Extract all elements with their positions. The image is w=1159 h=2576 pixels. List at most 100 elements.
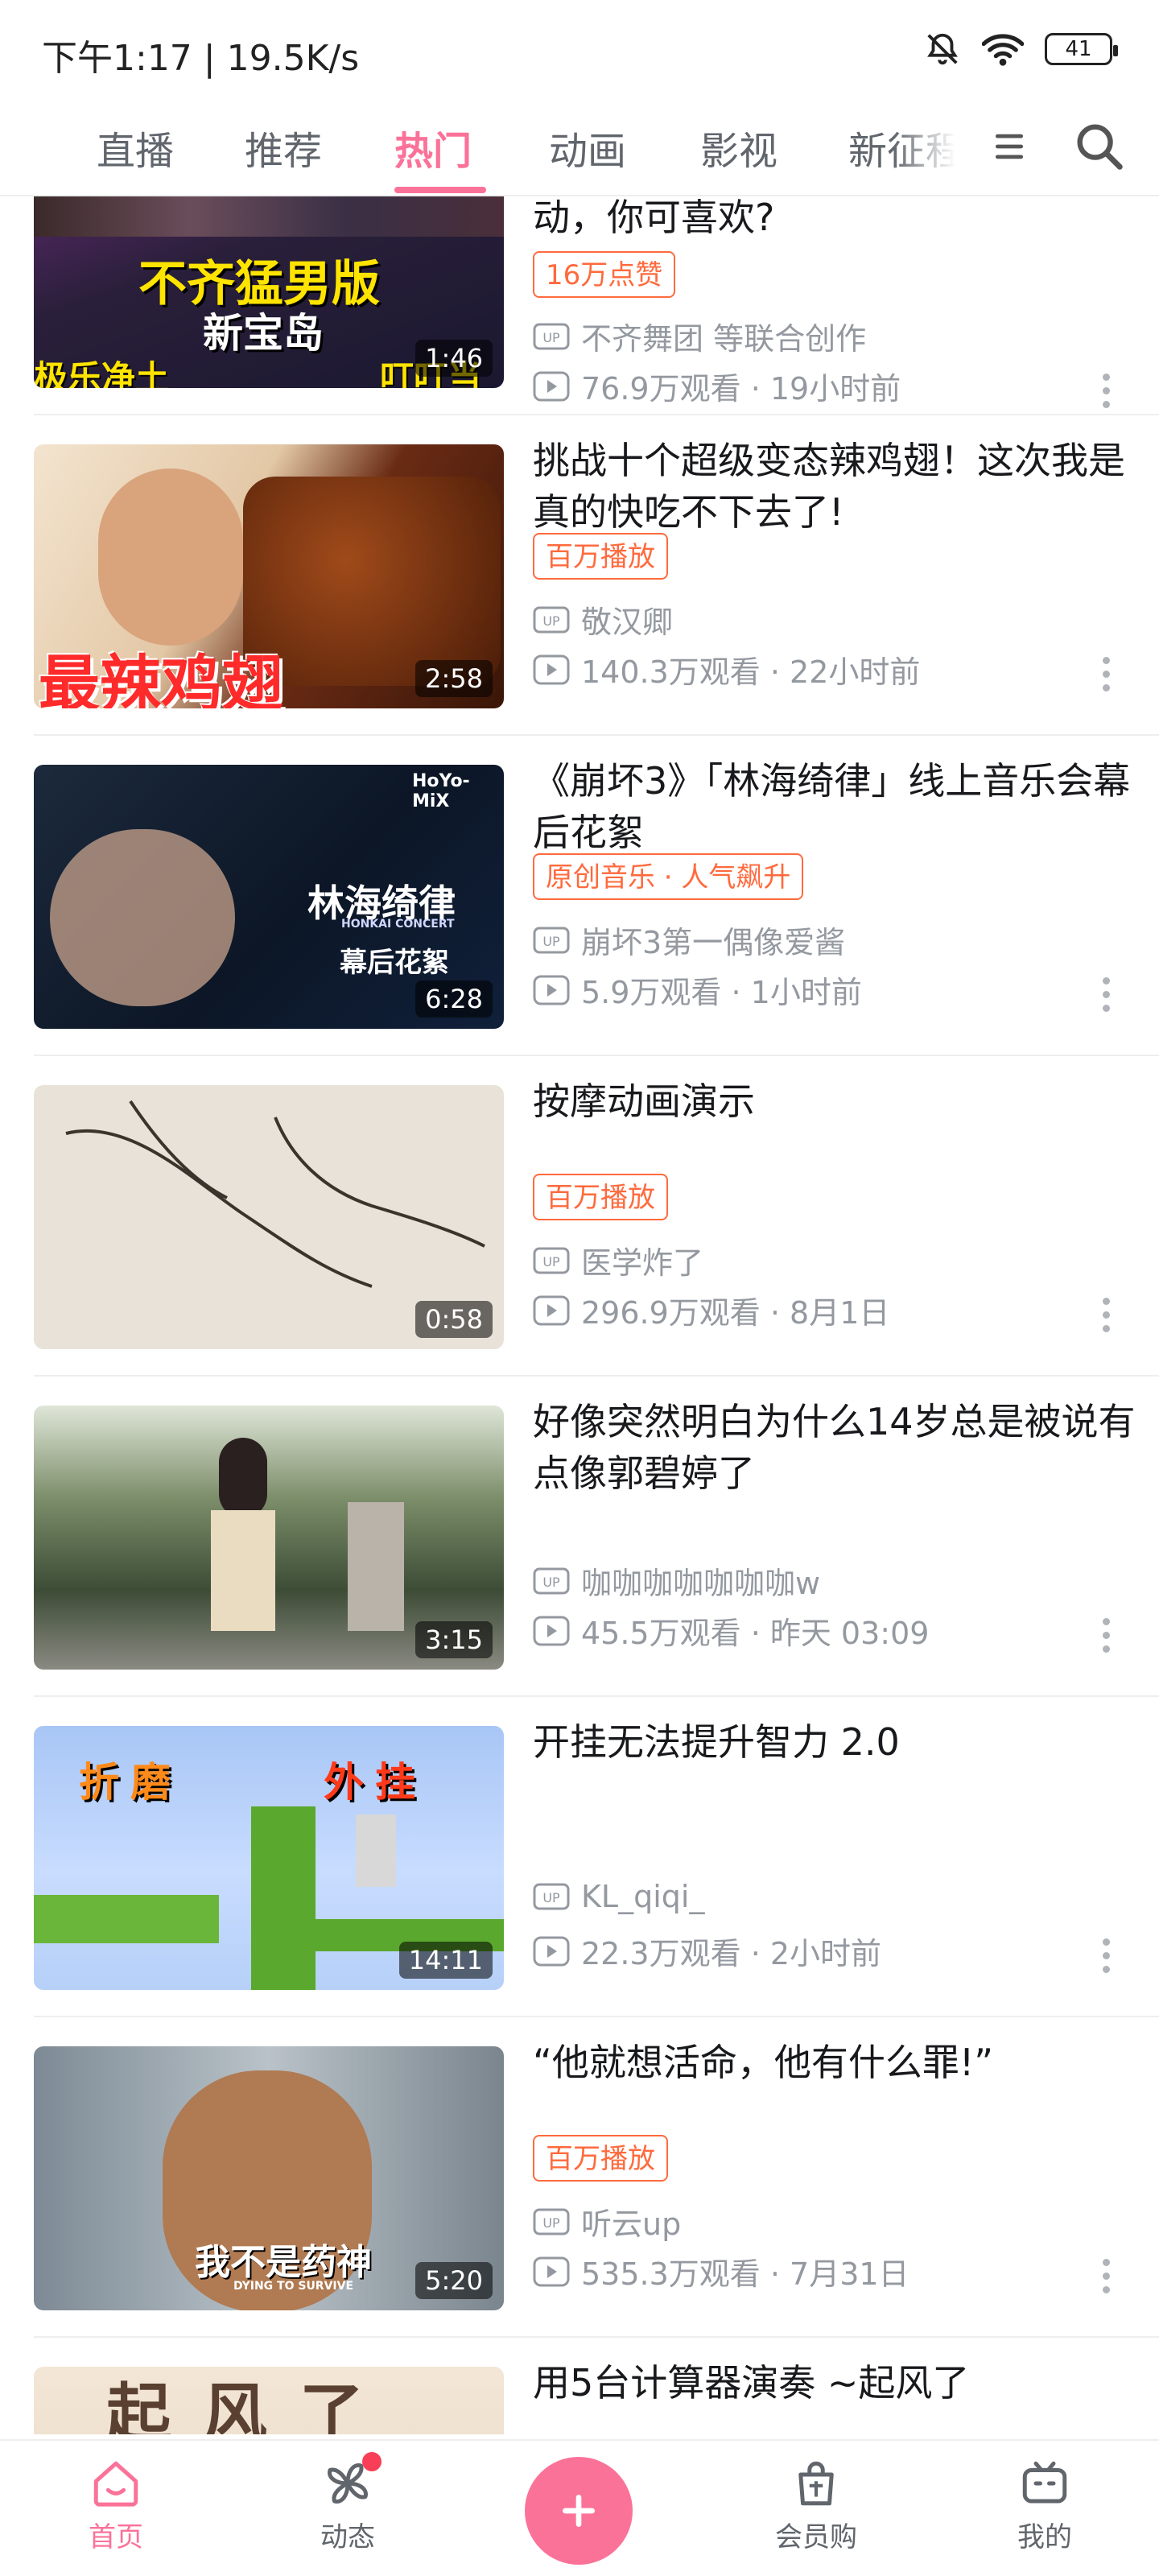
video-uploader[interactable]: UP 听云up bbox=[533, 2199, 681, 2244]
video-stats: 296.9万观看 · 8月1日 bbox=[533, 1288, 889, 1332]
video-thumbnail[interactable]: 3:15 bbox=[34, 1406, 504, 1670]
video-feed[interactable]: 不齐猛男版 新宝岛 极乐净土 叮叮当当 1:46 动，你可喜欢? 16万点赞 U… bbox=[0, 196, 1159, 2434]
nav-member-shop[interactable]: 会员购 bbox=[760, 2457, 872, 2554]
video-title[interactable]: 动，你可喜欢? bbox=[533, 196, 1145, 243]
video-uploader[interactable]: UP 医学炸了 bbox=[533, 1238, 703, 1282]
video-stats: 535.3万观看 · 7月31日 bbox=[533, 2249, 909, 2293]
video-card[interactable]: 起风了 用5台计算器演奏 ~起风了 bbox=[34, 2338, 1159, 2434]
view-count-time: 22.3万观看 · 2小时前 bbox=[581, 1936, 882, 1971]
video-uploader[interactable]: UP 咖咖咖咖咖咖咖w bbox=[533, 1558, 820, 1603]
nav-home[interactable]: 首页 bbox=[60, 2457, 172, 2554]
up-icon: UP bbox=[533, 927, 570, 953]
view-count-time: 296.9万观看 · 8月1日 bbox=[581, 1295, 890, 1331]
up-icon: UP bbox=[533, 2208, 570, 2235]
video-thumbnail[interactable]: 起风了 bbox=[34, 2367, 504, 2434]
video-thumbnail[interactable]: HoYo-MiX 林海绮律 HONKAI CONCERT 幕后花絮 6:28 bbox=[34, 765, 504, 1029]
status-icons: 41 bbox=[924, 31, 1118, 68]
more-options-icon[interactable] bbox=[1103, 1618, 1111, 1653]
video-title[interactable]: 好像突然明白为什么14岁总是被说有点像郭碧婷了 bbox=[533, 1396, 1145, 1499]
tab-live[interactable]: 直播 bbox=[97, 119, 174, 175]
svg-text:UP: UP bbox=[542, 1890, 560, 1905]
thumb-caption: HoYo-MiX bbox=[412, 771, 470, 811]
nav-dynamic[interactable]: 动态 bbox=[291, 2457, 404, 2554]
more-options-icon[interactable] bbox=[1103, 1938, 1111, 1974]
video-badge: 百万播放 bbox=[533, 533, 668, 580]
video-title[interactable]: 挑战十个超级变态辣鸡翅！这次我是真的快吃不下去了! bbox=[533, 435, 1145, 538]
publish-button[interactable] bbox=[525, 2457, 633, 2565]
more-options-icon[interactable] bbox=[1103, 977, 1111, 1013]
video-title[interactable]: “他就想活命，他有什么罪!” bbox=[533, 2037, 1145, 2088]
wifi-icon bbox=[982, 34, 1024, 66]
nav-dynamic-label: 动态 bbox=[320, 2521, 375, 2553]
up-icon: UP bbox=[533, 1247, 570, 1274]
video-thumbnail[interactable]: 我不是药神 DYING TO SURVIVE 5:20 bbox=[34, 2046, 504, 2310]
view-count-time: 76.9万观看 · 19小时前 bbox=[581, 371, 901, 407]
play-count-icon bbox=[533, 1295, 570, 1325]
home-icon bbox=[93, 2461, 138, 2507]
svg-text:UP: UP bbox=[542, 1575, 560, 1590]
more-options-icon[interactable] bbox=[1103, 657, 1111, 692]
uploader-name: 敬汉卿 bbox=[581, 605, 674, 640]
tab-film[interactable]: 影视 bbox=[700, 119, 777, 175]
video-card[interactable]: 折磨 外挂 14:11 开挂无法提升智力 2.0 UP KL_qiqi_ 22.… bbox=[34, 1697, 1159, 2017]
video-thumbnail[interactable]: 不齐猛男版 新宝岛 极乐净土 叮叮当当 1:46 bbox=[34, 196, 504, 388]
video-card[interactable]: 3:15 好像突然明白为什么14岁总是被说有点像郭碧婷了 UP 咖咖咖咖咖咖咖w… bbox=[34, 1377, 1159, 1697]
video-badge: 百万播放 bbox=[533, 1174, 668, 1220]
video-title[interactable]: 开挂无法提升智力 2.0 bbox=[533, 1716, 1145, 1768]
play-count-icon bbox=[533, 975, 570, 1005]
video-thumbnail[interactable]: 最辣鸡翅 2:58 bbox=[34, 444, 504, 708]
video-card[interactable]: HoYo-MiX 林海绮律 HONKAI CONCERT 幕后花絮 6:28 《… bbox=[34, 736, 1159, 1056]
video-title[interactable]: 用5台计算器演奏 ~起风了 bbox=[533, 2357, 1145, 2409]
video-uploader[interactable]: UP KL_qiqi_ bbox=[533, 1879, 704, 1914]
battery-icon: 41 bbox=[1045, 33, 1118, 65]
tv-icon bbox=[1022, 2461, 1067, 2504]
uploader-name: KL_qiqi_ bbox=[581, 1879, 705, 1914]
active-tab-indicator bbox=[394, 187, 486, 193]
video-card[interactable]: 不齐猛男版 新宝岛 极乐净土 叮叮当当 1:46 动，你可喜欢? 16万点赞 U… bbox=[34, 196, 1159, 415]
video-duration: 2:58 bbox=[415, 660, 493, 697]
nav-mine[interactable]: 我的 bbox=[988, 2457, 1101, 2554]
tab-popular[interactable]: 热门 bbox=[394, 119, 472, 175]
video-card[interactable]: 0:58 按摩动画演示 百万播放 UP 医学炸了 296.9万观看 · 8月1日 bbox=[34, 1056, 1159, 1377]
menu-icon[interactable] bbox=[992, 129, 1027, 164]
view-count-time: 5.9万观看 · 1小时前 bbox=[581, 975, 862, 1010]
more-options-icon[interactable] bbox=[1103, 1298, 1111, 1333]
svg-text:UP: UP bbox=[542, 1254, 560, 1269]
more-options-icon[interactable] bbox=[1103, 2259, 1111, 2294]
thumb-caption: HONKAI CONCERT bbox=[341, 918, 455, 931]
video-title[interactable]: 按摩动画演示 bbox=[533, 1075, 1145, 1127]
channel-tab-bar: 直播 推荐 热门 动画 影视 新征程 bbox=[0, 97, 1159, 196]
view-count-time: 45.5万观看 · 昨天 03:09 bbox=[581, 1616, 930, 1651]
video-stats: 45.5万观看 · 昨天 03:09 bbox=[533, 1608, 929, 1653]
thumb-caption: 幕后花絮 bbox=[340, 947, 449, 979]
video-uploader[interactable]: UP 不齐舞团 等联合创作 bbox=[533, 314, 866, 358]
video-duration: 6:28 bbox=[415, 980, 493, 1018]
video-title[interactable]: 《崩坏3》「林海绮律」线上音乐会幕后花絮 bbox=[533, 755, 1145, 858]
video-badge: 原创音乐 · 人气飙升 bbox=[533, 853, 804, 900]
video-stats: 22.3万观看 · 2小时前 bbox=[533, 1929, 881, 1973]
play-count-icon bbox=[533, 1616, 570, 1645]
thumb-caption: 折磨 bbox=[79, 1759, 182, 1806]
video-uploader[interactable]: UP 崩坏3第一偶像爱酱 bbox=[533, 918, 845, 962]
video-thumbnail[interactable]: 0:58 bbox=[34, 1085, 504, 1349]
thumb-caption: DYING TO SURVIVE bbox=[233, 2280, 354, 2293]
nav-member-shop-label: 会员购 bbox=[775, 2521, 857, 2553]
plus-icon bbox=[563, 2495, 595, 2527]
tab-recommend[interactable]: 推荐 bbox=[245, 119, 322, 175]
video-thumbnail[interactable]: 折磨 外挂 14:11 bbox=[34, 1726, 504, 1990]
video-uploader[interactable]: UP 敬汉卿 bbox=[533, 597, 673, 642]
video-stats: 5.9万观看 · 1小时前 bbox=[533, 968, 862, 1012]
video-card[interactable]: 我不是药神 DYING TO SURVIVE 5:20 “他就想活命，他有什么罪… bbox=[34, 2017, 1159, 2338]
uploader-name: 医学炸了 bbox=[581, 1245, 704, 1281]
search-icon[interactable] bbox=[1070, 118, 1127, 174]
notification-dot bbox=[362, 2452, 382, 2471]
more-options-icon[interactable] bbox=[1103, 374, 1111, 409]
thumb-caption: 起风了 bbox=[106, 2376, 396, 2434]
video-duration: 1:46 bbox=[415, 340, 493, 377]
video-stats: 76.9万观看 · 19小时前 bbox=[533, 364, 901, 408]
tab-animation[interactable]: 动画 bbox=[549, 119, 626, 175]
up-icon: UP bbox=[533, 323, 570, 349]
play-count-icon bbox=[533, 654, 570, 684]
video-card[interactable]: 最辣鸡翅 2:58 挑战十个超级变态辣鸡翅！这次我是真的快吃不下去了! 百万播放… bbox=[34, 415, 1159, 736]
view-count-time: 140.3万观看 · 22小时前 bbox=[581, 654, 921, 690]
